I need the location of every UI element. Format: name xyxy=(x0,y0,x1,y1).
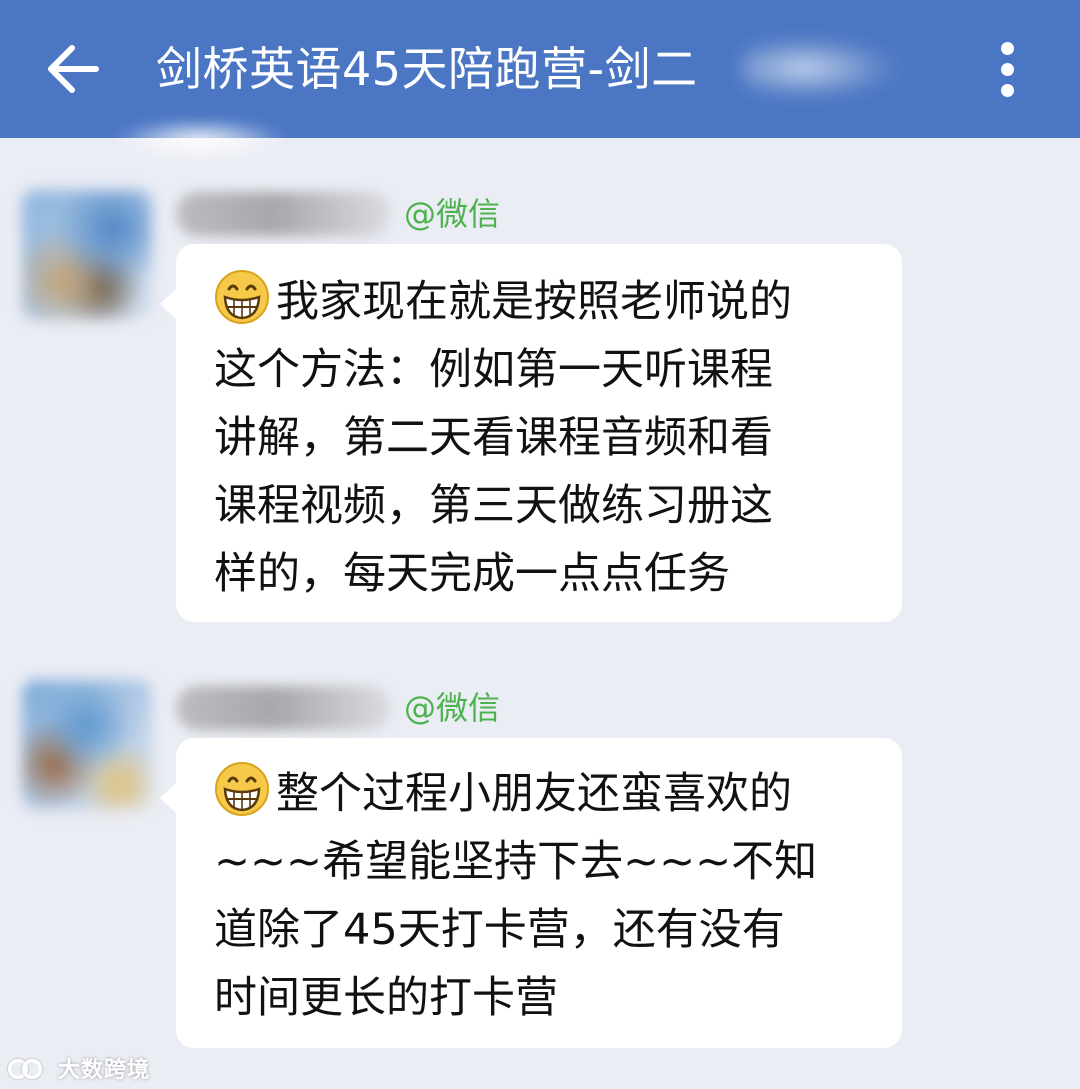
more-vertical-icon-dot-middle xyxy=(1001,63,1014,76)
message-line-text: 我家现在就是按照老师说的 xyxy=(276,277,792,327)
back-button[interactable] xyxy=(38,34,108,104)
message-line: 这个方法：例如第一天听课程 xyxy=(214,345,773,395)
sender-name-redacted xyxy=(176,192,391,236)
avatar[interactable] xyxy=(22,680,152,810)
watermark-text: 大数跨境 xyxy=(58,1058,151,1083)
redaction-smudge xyxy=(110,118,290,162)
sender-name-redacted xyxy=(176,686,391,730)
avatar[interactable] xyxy=(22,190,152,320)
arrow-left-icon xyxy=(38,34,108,104)
title-redaction-blur xyxy=(740,36,900,100)
message-line: 样的，每天完成一点点任务 xyxy=(214,549,730,599)
message-bubble[interactable]: 我家现在就是按照老师说的 这个方法：例如第一天听课程 讲解，第二天看课程音频和看… xyxy=(160,244,902,622)
message-line: 道除了45天打卡营，还有没有 xyxy=(214,905,785,955)
watermark: 大数跨境 xyxy=(8,1050,150,1086)
message-line: ~~~希望能坚持下去~~~不知 xyxy=(214,837,818,887)
message-line: 整个过程小朋友还蛮喜欢的 xyxy=(214,760,866,828)
message-line: 课程视频，第三天做练习册这 xyxy=(214,481,773,531)
chat-title: 剑桥英语45天陪跑营-剑二 xyxy=(156,42,698,96)
watermark-logo-icon xyxy=(8,1056,52,1080)
message-line: 时间更长的打卡营 xyxy=(214,973,558,1023)
grinning-face-emoji-icon xyxy=(214,761,270,817)
more-options-button[interactable] xyxy=(986,34,1030,104)
message-text: 整个过程小朋友还蛮喜欢的 ~~~希望能坚持下去~~~不知 道除了45天打卡营，还… xyxy=(214,760,866,1032)
message-bubble[interactable]: 整个过程小朋友还蛮喜欢的 ~~~希望能坚持下去~~~不知 道除了45天打卡营，还… xyxy=(160,738,902,1048)
more-vertical-icon-dot-bottom xyxy=(1001,84,1014,97)
message-line: 讲解，第二天看课程音频和看 xyxy=(214,413,773,463)
source-tag: @微信 xyxy=(404,195,501,233)
source-tag: @微信 xyxy=(404,689,501,727)
message-line: 我家现在就是按照老师说的 xyxy=(214,268,866,336)
grinning-face-emoji-icon xyxy=(214,269,270,325)
more-vertical-icon-dot-top xyxy=(1001,42,1014,55)
message-text: 我家现在就是按照老师说的 这个方法：例如第一天听课程 讲解，第二天看课程音频和看… xyxy=(214,268,866,608)
message-line-text: 整个过程小朋友还蛮喜欢的 xyxy=(276,769,792,819)
